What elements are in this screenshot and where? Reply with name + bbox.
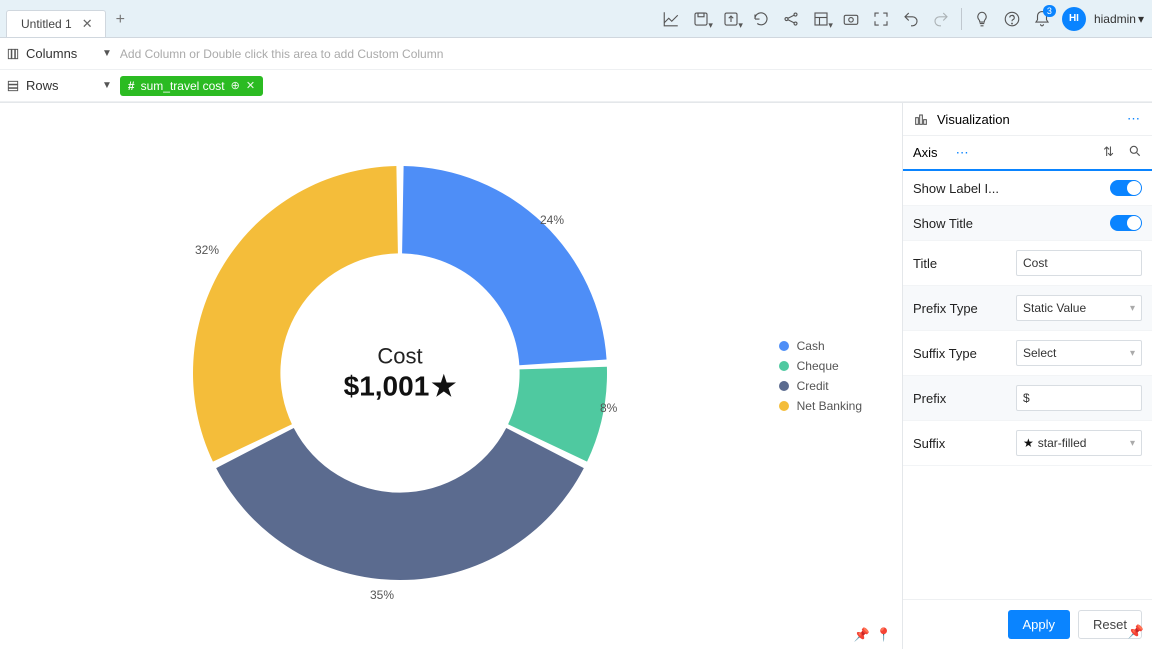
legend-swatch xyxy=(779,381,789,391)
donut-slice[interactable] xyxy=(402,166,606,365)
suffix-label: Suffix xyxy=(913,436,1008,451)
top-bar: Untitled 1 ✕ + ▾ ▾ ▾ 3 HI hiadmin▾ xyxy=(0,0,1152,38)
panel-menu-icon[interactable]: ⋯ xyxy=(1127,111,1142,127)
panel-header: Visualization ⋯ xyxy=(903,103,1152,136)
show-label-inside-toggle[interactable] xyxy=(1110,180,1142,196)
pin-icon[interactable]: 📌 xyxy=(854,627,870,643)
chevron-down-icon[interactable]: ▼ xyxy=(102,80,112,91)
slice-label-netbanking: 32% xyxy=(195,243,219,257)
legend-swatch xyxy=(779,341,789,351)
panel-form: Show Label I... Show Title Title Prefix … xyxy=(903,171,1152,472)
field-shelves: Columns ▼ Add Column or Double click thi… xyxy=(0,38,1152,103)
panel-pin-icon[interactable]: 📌 xyxy=(1128,624,1144,640)
slice-label-credit: 35% xyxy=(370,588,394,602)
undo-icon[interactable] xyxy=(897,5,925,33)
chevron-down-icon: ▾ xyxy=(1130,348,1135,359)
legend-label: Cash xyxy=(797,339,825,353)
legend-item[interactable]: Credit xyxy=(779,379,862,393)
share-icon[interactable] xyxy=(777,5,805,33)
close-icon[interactable]: ✕ xyxy=(82,16,93,32)
panel-heading: Visualization xyxy=(937,112,1010,127)
suffix-type-select[interactable]: Select▾ xyxy=(1016,340,1142,366)
legend-item[interactable]: Cash xyxy=(779,339,862,353)
main-area: Cost $1,001★ 24% 8% 35% 32% CashChequeCr… xyxy=(0,103,1152,649)
columns-label: Columns xyxy=(6,46,94,61)
legend: Cash Cheque Credit Net Banking xyxy=(779,333,862,419)
axis-tab[interactable]: Axis xyxy=(913,145,938,160)
rows-label: Rows xyxy=(6,78,94,93)
legend-label: Cheque xyxy=(797,359,839,373)
layout-icon[interactable]: ▾ xyxy=(807,5,835,33)
apply-button[interactable]: Apply xyxy=(1008,610,1071,639)
chart-center-title: Cost xyxy=(344,344,457,370)
prefix-type-label: Prefix Type xyxy=(913,301,1008,316)
notification-bell-icon[interactable]: 3 xyxy=(1028,5,1056,33)
notification-badge: 3 xyxy=(1043,5,1056,17)
search-icon[interactable] xyxy=(1128,144,1142,161)
fullscreen-icon[interactable] xyxy=(867,5,895,33)
legend-label: Credit xyxy=(797,379,829,393)
pin-marker-icon[interactable]: 📍 xyxy=(876,627,892,643)
toolbar: ▾ ▾ ▾ 3 HI hiadmin▾ xyxy=(657,0,1152,37)
panel-subnav: Axis ⋯ ⇅ xyxy=(903,136,1152,171)
chevron-down-icon: ▾ xyxy=(1130,438,1135,449)
properties-panel: Visualization ⋯ Axis ⋯ ⇅ Show Label I...… xyxy=(902,103,1152,649)
slice-label-cash: 24% xyxy=(540,213,564,227)
avatar[interactable]: HI xyxy=(1062,7,1086,31)
donut-slice[interactable] xyxy=(193,166,398,462)
measure-pill[interactable]: # sum_travel cost ⊕ ✕ xyxy=(120,76,263,96)
pill-options-icon[interactable]: ⊕ xyxy=(231,79,240,92)
refresh-icon[interactable] xyxy=(747,5,775,33)
export-icon[interactable]: ▾ xyxy=(717,5,745,33)
title-input[interactable] xyxy=(1016,250,1142,276)
legend-swatch xyxy=(779,401,789,411)
document-tab[interactable]: Untitled 1 ✕ xyxy=(6,10,106,37)
donut-slice[interactable] xyxy=(216,428,584,580)
slice-label-cheque: 8% xyxy=(600,401,617,415)
document-tabs: Untitled 1 ✕ + xyxy=(0,0,135,37)
chart-line-icon[interactable] xyxy=(657,5,685,33)
rows-shelf[interactable]: Rows ▼ # sum_travel cost ⊕ ✕ xyxy=(0,70,1152,102)
tab-title: Untitled 1 xyxy=(21,17,72,31)
show-title-toggle[interactable] xyxy=(1110,215,1142,231)
add-tab-button[interactable]: + xyxy=(106,5,135,33)
pill-remove-icon[interactable]: ✕ xyxy=(246,79,255,92)
star-icon: ★ xyxy=(1023,436,1034,450)
axis-menu-icon[interactable]: ⋯ xyxy=(956,145,971,161)
chevron-down-icon: ▾ xyxy=(1138,12,1144,26)
columns-placeholder: Add Column or Double click this area to … xyxy=(120,47,1146,61)
save-icon[interactable]: ▾ xyxy=(687,5,715,33)
show-title-label: Show Title xyxy=(913,216,1102,231)
redo-icon[interactable] xyxy=(927,5,955,33)
pill-label: sum_travel cost xyxy=(141,79,225,93)
suffix-type-label: Suffix Type xyxy=(913,346,1008,361)
user-menu[interactable]: hiadmin▾ xyxy=(1094,12,1144,26)
sort-icon[interactable]: ⇅ xyxy=(1103,144,1114,161)
legend-item[interactable]: Cheque xyxy=(779,359,862,373)
hash-icon: # xyxy=(128,79,135,93)
chevron-down-icon[interactable]: ▼ xyxy=(102,48,112,59)
chevron-down-icon: ▾ xyxy=(1130,303,1135,314)
columns-shelf[interactable]: Columns ▼ Add Column or Double click thi… xyxy=(0,38,1152,70)
lightbulb-icon[interactable] xyxy=(968,5,996,33)
star-icon: ★ xyxy=(431,370,456,403)
chart-canvas: Cost $1,001★ 24% 8% 35% 32% Cash Cheque Cr… xyxy=(0,103,902,649)
show-label-inside-label: Show Label I... xyxy=(913,181,1102,196)
suffix-select[interactable]: ★star-filled▾ xyxy=(1016,430,1142,456)
legend-item[interactable]: Net Banking xyxy=(779,399,862,413)
help-icon[interactable] xyxy=(998,5,1026,33)
prefix-label: Prefix xyxy=(913,391,1008,406)
legend-swatch xyxy=(779,361,789,371)
title-label: Title xyxy=(913,256,1008,271)
prefix-input[interactable] xyxy=(1016,385,1142,411)
prefix-type-select[interactable]: Static Value▾ xyxy=(1016,295,1142,321)
legend-label: Net Banking xyxy=(797,399,862,413)
camera-icon[interactable] xyxy=(837,5,865,33)
donut-chart: Cost $1,001★ 24% 8% 35% 32% xyxy=(170,143,630,603)
chart-center-value: $1,001 xyxy=(344,370,430,402)
